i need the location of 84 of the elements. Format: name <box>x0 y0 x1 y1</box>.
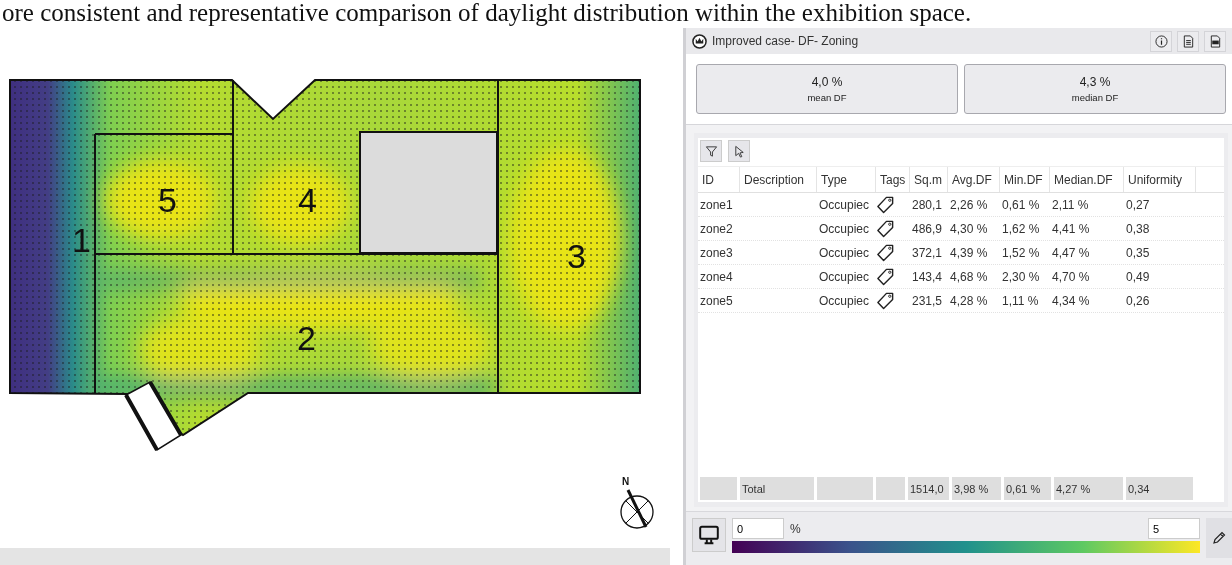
report-button[interactable] <box>1177 30 1199 52</box>
panel-title: Improved case- DF- Zoning <box>712 34 859 48</box>
edit-button[interactable] <box>1206 518 1232 558</box>
tag-icon[interactable] <box>876 195 895 214</box>
column-header[interactable]: Uniformity <box>1124 167 1196 192</box>
tag-icon[interactable] <box>876 291 895 310</box>
table-cell-text: 0,38 <box>1125 220 1151 238</box>
column-header[interactable]: Min.DF <box>1000 167 1050 192</box>
total-label: Total <box>740 477 817 500</box>
table-cell-text: 0,61 % <box>1001 196 1041 214</box>
unit-label: % <box>790 521 801 536</box>
table-cell-text: Occupiec <box>818 220 871 238</box>
table-cell-text: 4,68 % <box>949 268 989 286</box>
file-icon <box>1208 34 1222 48</box>
table-cell-text: 4,41 % <box>1051 220 1091 238</box>
cursor-icon <box>732 144 746 158</box>
table-cell-text: 2,11 % <box>1051 196 1090 214</box>
tag-icon[interactable] <box>876 243 895 262</box>
column-header[interactable]: Description <box>740 167 817 192</box>
table-cell-text: 4,39 % <box>949 244 989 262</box>
tag-icon[interactable] <box>876 267 895 286</box>
table-cell-text: zone1 <box>699 196 734 214</box>
table-cell-text: Occupiec <box>818 196 871 214</box>
zone-label: 4 <box>298 181 317 219</box>
table-cell-text: 2,26 % <box>949 196 989 214</box>
table-cell-text: 4,34 % <box>1051 292 1091 310</box>
table-cell-text: 4,28 % <box>949 292 989 310</box>
table-cell-text: 1,11 % <box>1001 292 1040 310</box>
table-cell-text: 0,26 <box>1125 292 1151 310</box>
total-cell: 1514,0 <box>908 477 952 500</box>
stat-card[interactable]: 4,0 % mean DF <box>696 64 958 114</box>
export-button[interactable] <box>1204 30 1226 52</box>
table-cell-text: zone5 <box>699 292 734 310</box>
column-header[interactable]: ID <box>698 167 740 192</box>
zone-label: 2 <box>297 319 316 357</box>
stat-card[interactable]: 4,3 % median DF <box>964 64 1226 114</box>
logo-icon <box>692 33 707 49</box>
pencil-icon <box>1211 530 1227 546</box>
tag-icon[interactable] <box>876 219 895 238</box>
min-field[interactable]: 0 <box>732 518 784 539</box>
table-cell-text: 4,30 % <box>949 220 989 238</box>
table-cell-text: Occupiec <box>818 244 871 262</box>
table-cell-text: 143,4 <box>911 268 944 286</box>
table-cell-text: 4,47 % <box>1051 244 1091 262</box>
select-button[interactable] <box>728 140 750 162</box>
table-cell-text: 1,62 % <box>1001 220 1041 238</box>
table-cell-text: 0,35 <box>1125 244 1151 262</box>
table-cell-text: 231,5 <box>911 292 944 310</box>
caption-text: ore consistent and representative comparison of daylight distribution within the exhibition space. <box>1 0 973 28</box>
monitor-icon <box>698 524 720 546</box>
total-cell: 3,98 % <box>952 477 1004 500</box>
info-button[interactable] <box>1150 30 1172 52</box>
table-cell-text: 4,70 % <box>1051 268 1091 286</box>
zone-label: 1 <box>72 221 91 259</box>
table-cell-text: 280,1 <box>911 196 944 214</box>
info-icon <box>1154 34 1168 48</box>
display-button[interactable] <box>692 518 726 552</box>
compass-icon <box>620 489 654 529</box>
column-header[interactable]: Avg.DF <box>948 167 1000 192</box>
table-cell-text: 1,52 % <box>1001 244 1041 262</box>
table-cell-text: 372,1 <box>911 244 944 262</box>
filter-button[interactable] <box>700 140 722 162</box>
max-field[interactable]: 5 <box>1148 518 1200 539</box>
table-cell-text: 486,9 <box>911 220 944 238</box>
zone-label: 5 <box>158 181 177 219</box>
document-icon <box>1181 34 1195 48</box>
table-cell-text: Occupiec <box>818 292 871 310</box>
column-header[interactable]: Sq.m <box>910 167 948 192</box>
table-cell-text: zone4 <box>699 268 734 286</box>
total-cell: 0,34 <box>1126 477 1196 500</box>
compass-label: N <box>622 476 630 487</box>
zone-label: 3 <box>567 237 586 275</box>
table-cell-text: Occupiec <box>818 268 871 286</box>
table-cell-text: 0,27 <box>1125 196 1151 214</box>
filter-icon <box>704 144 718 158</box>
table-cell-text: zone3 <box>699 244 734 262</box>
total-cell: 4,27 % <box>1054 477 1126 500</box>
table-cell-text: 2,30 % <box>1001 268 1041 286</box>
table-cell-text: zone2 <box>699 220 734 238</box>
total-cell: 0,61 % <box>1004 477 1054 500</box>
column-header[interactable]: Type <box>817 167 876 192</box>
column-header[interactable]: Median.DF <box>1050 167 1124 192</box>
column-header[interactable]: Tags <box>876 167 910 192</box>
table-cell-text: 0,49 <box>1125 268 1151 286</box>
